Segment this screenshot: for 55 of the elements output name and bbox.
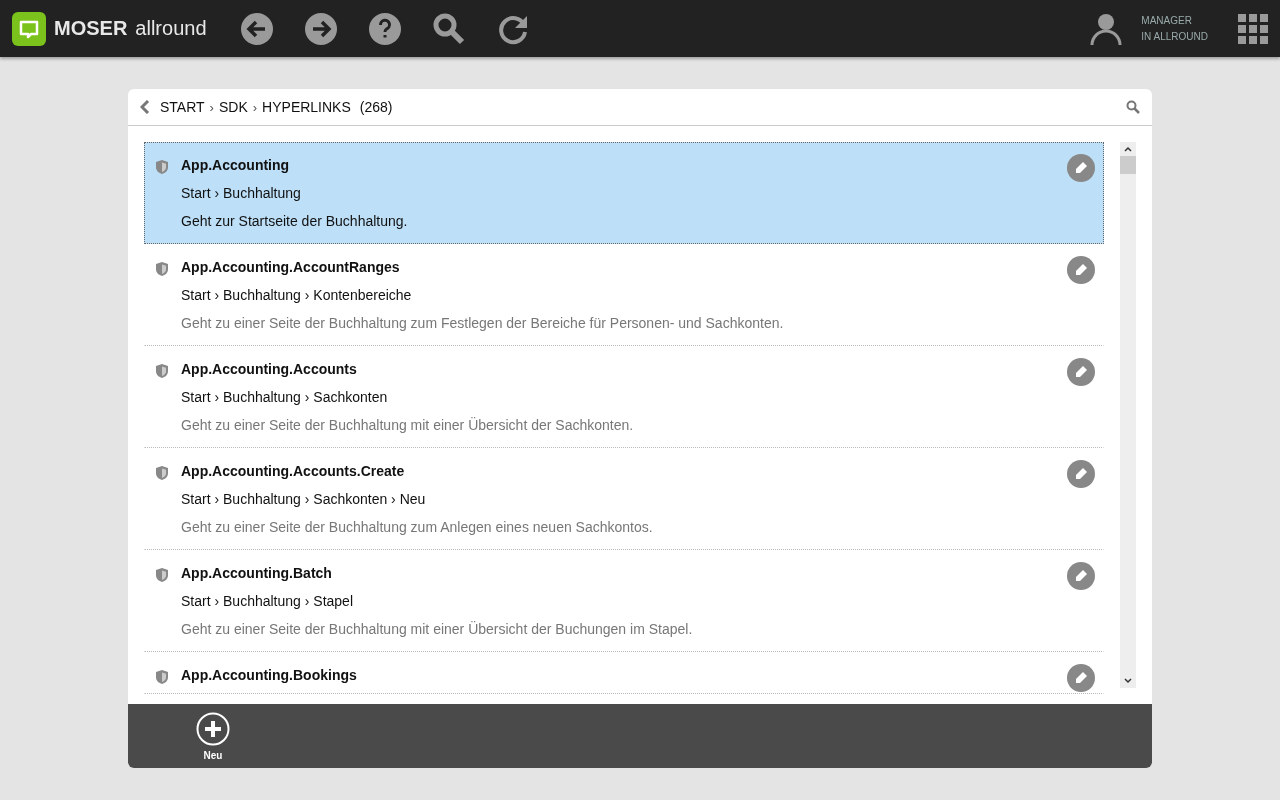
edit-button[interactable] [1067, 256, 1095, 284]
pencil-icon [1074, 161, 1088, 175]
hyperlink-title: App.Accounting.Accounts [181, 361, 357, 377]
shield-icon [155, 669, 169, 685]
pencil-icon [1074, 467, 1088, 481]
hyperlink-path: Start › Buchhaltung › Sachkonten [181, 389, 388, 405]
shield-icon [155, 465, 169, 481]
hyperlink-title: App.Accounting.Accounts.Create [181, 463, 405, 479]
shield-icon [155, 261, 169, 277]
user-role: MANAGER [1141, 13, 1193, 28]
hyperlink-description: Geht zu einer Seite der Buchhaltung zum Anlegen eines neuen Sachkontos. [181, 519, 653, 535]
pencil-icon [1074, 671, 1088, 685]
hyperlink-description: Geht zu einer Seite der Buchhaltung mit einer Übersicht der Buchungen im Stapel. [181, 621, 693, 637]
hyperlink-description: Geht zur Startseite der Buchhaltung. [181, 213, 408, 229]
edit-button[interactable] [1067, 664, 1095, 692]
item-count: (268) [359, 99, 393, 115]
hyperlink-path: Start › Buchhaltung › Sachkonten › Neu [181, 491, 426, 507]
edit-button[interactable] [1067, 460, 1095, 488]
apps-grid-icon[interactable] [1238, 13, 1268, 44]
user-context: IN ALLROUND [1141, 29, 1208, 44]
hyperlink-description: Geht zu einer Seite der Buchhaltung zum Festlegen der Bereiche für Personen- und Sachkonten. [181, 315, 784, 331]
hyperlink-description: Geht zu einer Seite der Buchhaltung mit einer Übersicht der Sachkonten. [181, 417, 634, 433]
hyperlink-path: Start › Buchhaltung [181, 185, 301, 201]
edit-button[interactable] [1067, 154, 1095, 182]
shield-icon [155, 159, 169, 175]
user-icon[interactable] [1089, 11, 1124, 46]
scrollbar[interactable] [1120, 142, 1136, 688]
edit-button[interactable] [1067, 562, 1095, 590]
hyperlink-path: Start › Buchhaltung › Kontenbereiche [181, 287, 412, 303]
shield-icon [155, 567, 169, 583]
shield-icon [155, 363, 169, 379]
pencil-icon [1074, 263, 1088, 277]
breadcrumb-item[interactable]: HYPERLINKS [262, 99, 351, 115]
brand-name: MOSER [54, 17, 128, 40]
scrollbar-thumb[interactable] [1120, 156, 1136, 174]
hyperlink-row[interactable]: App.Accounting Start › Buchhaltung Geht zur Startseite der Buchhaltung. [144, 142, 1104, 244]
pencil-icon [1074, 569, 1088, 583]
hyperlink-title: App.Accounting.AccountRanges [181, 259, 400, 275]
forward-button[interactable] [302, 10, 339, 47]
help-button[interactable] [366, 10, 403, 47]
back-chevron-icon[interactable] [140, 100, 150, 114]
edit-button[interactable] [1067, 358, 1095, 386]
breadcrumb-item[interactable]: SDK [218, 99, 248, 115]
product-name: allround [135, 17, 207, 40]
hyperlink-title: App.Accounting.Bookings [181, 667, 357, 683]
search-icon[interactable] [1126, 100, 1140, 114]
breadcrumb-item[interactable]: START [160, 99, 205, 115]
breadcrumb-separator: › [209, 99, 214, 115]
hyperlink-title: App.Accounting.Batch [181, 565, 332, 581]
hyperlink-path: Start › Buchhaltung › Stapel [181, 593, 353, 609]
logo-icon [12, 11, 46, 46]
breadcrumb-separator: › [252, 99, 258, 115]
hyperlink-title: App.Accounting [181, 157, 290, 173]
back-button[interactable] [238, 10, 275, 47]
pencil-icon [1074, 365, 1088, 379]
